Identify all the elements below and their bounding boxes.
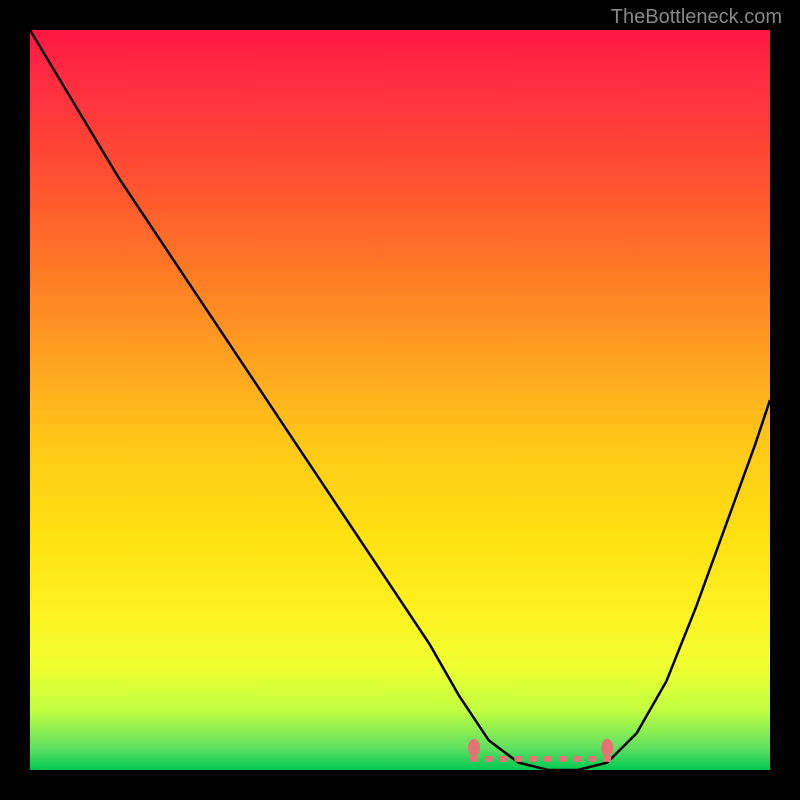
dot [559, 756, 567, 762]
bottleneck-curve [30, 30, 770, 770]
dot [485, 756, 493, 762]
dot [574, 756, 582, 762]
dot [588, 756, 596, 762]
dot [529, 756, 537, 762]
dot [470, 756, 478, 762]
dot [500, 756, 508, 762]
dot [514, 756, 522, 762]
chart-area [30, 30, 770, 770]
dot [603, 756, 611, 762]
curve-layer [30, 30, 770, 770]
watermark-text: TheBottleneck.com [611, 6, 782, 29]
dotted-baseline [470, 756, 611, 762]
low-marker [468, 739, 480, 757]
high-marker [601, 739, 613, 757]
dot [544, 756, 552, 762]
